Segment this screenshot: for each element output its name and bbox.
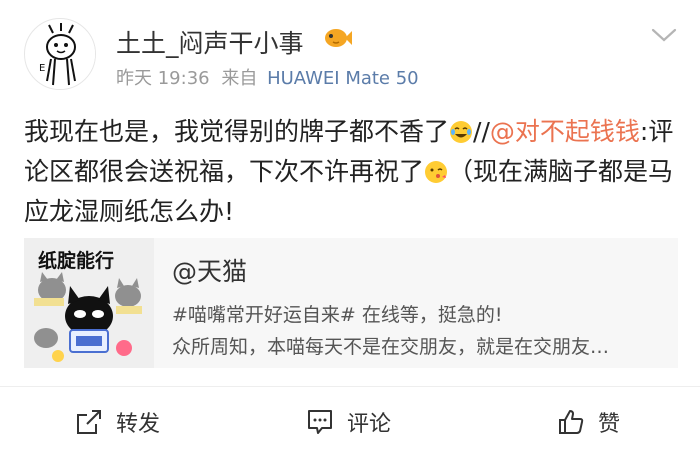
post-content: 我现在也是，我觉得别的牌子都不香了//@对不起钱钱:评论区都很会送祝福，下次不许… [24,112,680,232]
post-time: 昨天 19:36 [116,68,210,89]
card-line-2: 众所周知，本喵每天不是在交朋友，就是在交朋友… [172,336,610,358]
repost-label: 转发 [116,412,161,437]
share-icon [77,410,101,434]
tmall-cats-illustration [34,272,142,362]
comment-icon [308,410,332,434]
card-line-1: #喵嘴常开好运自来# 在线等，挺急的! [172,304,503,326]
thumbs-up-icon [559,410,584,434]
card-thumbnail: 纸腚能行 [24,238,154,368]
mention-link[interactable]: @对不起钱钱 [490,117,640,146]
source-prefix: 来自 [221,68,258,89]
repost-button[interactable]: 转发 [74,404,160,440]
avatar-doodle-icon: E [26,20,95,89]
laugh-cry-emoji-icon [450,121,473,143]
avatar[interactable]: E [24,18,96,90]
device-name[interactable]: HUAWEI Mate 50 [267,68,419,89]
comment-label: 评论 [347,412,392,437]
username[interactable]: 土土_闷声干小事 [116,24,304,60]
content-text-1: 我现在也是，我觉得别的牌子都不香了 [24,117,450,146]
post-meta: 昨天 19:36 来自 HUAWEI Mate 50 [116,64,419,90]
divider [0,386,700,387]
like-label: 赞 [598,412,621,437]
comment-button[interactable]: 评论 [305,404,391,440]
content-separator: // [473,117,490,146]
like-button[interactable]: 赞 [556,404,620,440]
chevron-down-icon[interactable] [650,26,678,44]
kiss-emoji-icon [425,161,448,183]
svg-text:E: E [39,63,45,74]
card-title[interactable]: @天猫 [172,252,247,288]
shared-card[interactable]: 纸腚能行 @天猫 #喵嘴常开好运自来# 在线等，挺急的! 众所周知，本喵每天不是… [24,238,678,368]
fish-icon [325,29,352,47]
